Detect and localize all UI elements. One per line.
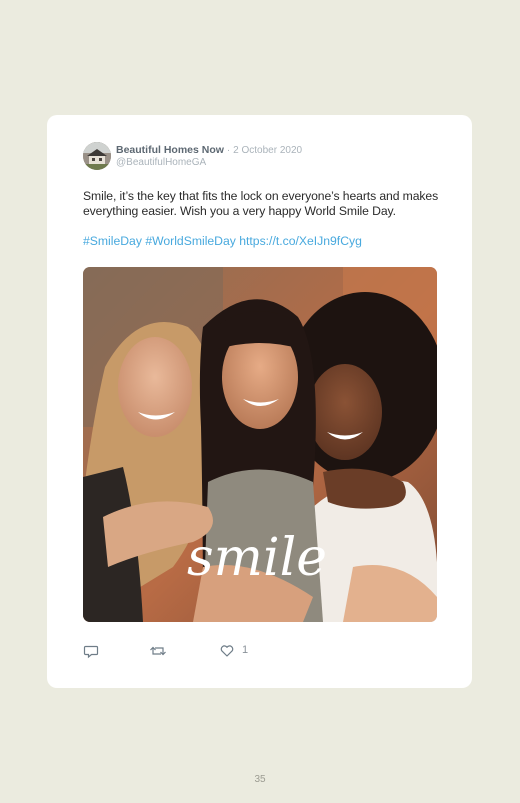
tweet-date[interactable]: 2 October 2020 <box>233 145 302 156</box>
tweet-text: Smile, it’s the key that fits the lock o… <box>83 189 439 218</box>
tweet-author: Beautiful Homes Now · 2 October 2020 <box>116 144 302 157</box>
hashtag-smileday[interactable]: #SmileDay <box>83 234 142 248</box>
tweet-link[interactable]: https://t.co/XeIJn9fCyg <box>239 234 362 248</box>
separator-dot: · <box>226 145 231 156</box>
smile-overlay-text: smile <box>187 528 327 588</box>
tweet-links: #SmileDay #WorldSmileDay https://t.co/Xe… <box>83 234 362 249</box>
like-count: 1 <box>242 644 249 656</box>
tweet-actions: 1 <box>83 643 283 659</box>
three-women-smiling-photo: smile <box>83 267 437 622</box>
author-handle[interactable]: @BeautifulHomeGA <box>116 157 206 169</box>
house-avatar-image <box>83 142 111 170</box>
avatar[interactable] <box>83 142 111 170</box>
hashtag-worldsmileday[interactable]: #WorldSmileDay <box>145 234 236 248</box>
author-name[interactable]: Beautiful Homes Now <box>116 144 224 156</box>
retweet-icon[interactable] <box>149 643 167 659</box>
page-number: 35 <box>254 774 266 785</box>
reply-icon[interactable] <box>83 643 99 659</box>
heart-icon[interactable] <box>219 643 235 659</box>
tweet-photo[interactable]: smile <box>83 267 437 622</box>
tweet-card: Beautiful Homes Now · 2 October 2020 @Be… <box>47 115 472 688</box>
